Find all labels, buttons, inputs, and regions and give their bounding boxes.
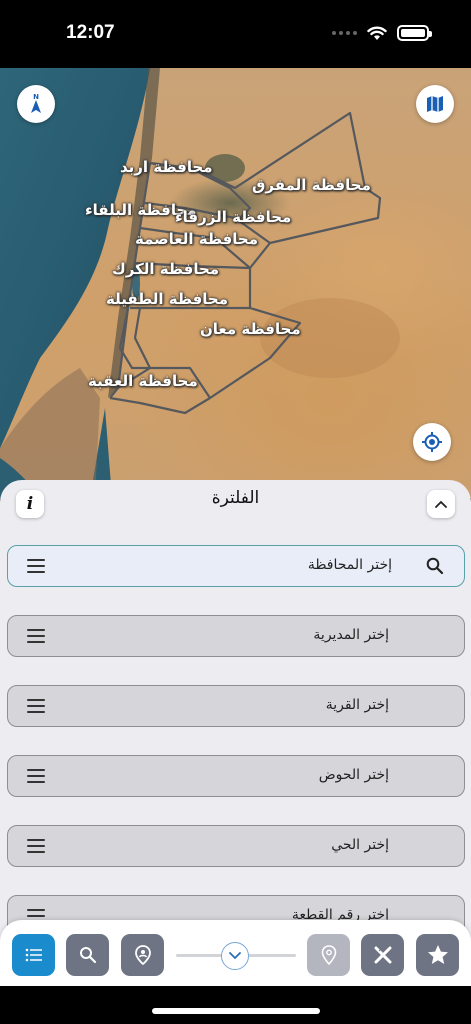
crosshair-icon	[422, 432, 442, 452]
chevron-down-icon	[229, 952, 241, 960]
map-label-maan[interactable]: محافظة معان	[200, 320, 301, 338]
list-icon	[25, 948, 42, 962]
home-indicator-area	[0, 986, 471, 1024]
map-layers-button[interactable]	[416, 85, 454, 123]
field-label: إختر المحافظة	[307, 557, 392, 573]
menu-icon	[27, 699, 45, 713]
map-view[interactable]: محافظة اربد محافظة المفرق محافظة البلقاء…	[0, 68, 471, 498]
menu-icon	[27, 769, 45, 783]
map-label-karak[interactable]: محافظة الكرك	[112, 260, 219, 278]
wifi-icon	[367, 26, 387, 40]
field-label: إختر المديرية	[313, 627, 389, 643]
status-time: 12:07	[66, 22, 115, 43]
location-person-button[interactable]	[121, 934, 164, 976]
village-select[interactable]: إختر القرية	[7, 685, 465, 727]
map-label-irbid[interactable]: محافظة اربد	[120, 158, 213, 176]
cellular-signal-icon	[332, 31, 357, 35]
menu-icon	[27, 629, 45, 643]
map-label-asima[interactable]: محافظة العاصمة	[135, 230, 258, 248]
directorate-select[interactable]: إختر المديرية	[7, 615, 465, 657]
info-button[interactable]: i	[16, 490, 44, 518]
pin-icon	[321, 945, 336, 965]
map-label-aqaba[interactable]: محافظة العقبة	[88, 372, 198, 390]
map-terrain	[0, 68, 400, 498]
field-label: إختر الحي	[331, 837, 389, 853]
bottom-toolbar	[0, 920, 471, 986]
field-label: إختر القرية	[325, 697, 389, 713]
location-person-icon	[134, 945, 151, 965]
search-icon	[426, 557, 444, 575]
neighborhood-select[interactable]: إختر الحي	[7, 825, 465, 867]
field-label: إختر الحوض	[318, 767, 389, 783]
home-indicator[interactable]	[152, 1008, 320, 1014]
pin-button[interactable]	[307, 934, 350, 976]
tools-button[interactable]	[361, 934, 404, 976]
search-button[interactable]	[66, 934, 109, 976]
map-icon	[427, 96, 443, 112]
compass-button[interactable]: N	[17, 85, 55, 123]
tools-icon	[374, 946, 391, 964]
svg-text:N: N	[33, 93, 39, 101]
my-location-button[interactable]	[413, 423, 451, 461]
sheet-title: الفلترة	[211, 488, 260, 508]
governorate-select[interactable]: إختر المحافظة	[7, 545, 465, 587]
battery-icon	[397, 25, 432, 41]
menu-icon	[27, 559, 45, 573]
list-button[interactable]	[12, 934, 55, 976]
collapse-button[interactable]	[427, 490, 455, 518]
menu-icon	[27, 839, 45, 853]
favorites-button[interactable]	[416, 934, 459, 976]
zoom-slider-handle[interactable]	[221, 942, 249, 970]
map-label-mafraq[interactable]: محافظة المفرق	[252, 176, 371, 194]
compass-north-icon: N	[31, 93, 41, 113]
map-label-zarqa[interactable]: محافظة الزرقاء	[175, 208, 291, 226]
status-icons	[332, 25, 432, 41]
status-bar: 12:07	[0, 0, 471, 68]
search-icon	[79, 947, 96, 964]
basin-select[interactable]: إختر الحوض	[7, 755, 465, 797]
map-label-tafila[interactable]: محافظة الطفيلة	[106, 290, 228, 308]
star-icon	[427, 945, 448, 964]
filter-sheet: الفلترة i إختر المحافظة إختر المديرية إخ…	[0, 480, 471, 986]
chevron-up-icon	[435, 500, 447, 508]
